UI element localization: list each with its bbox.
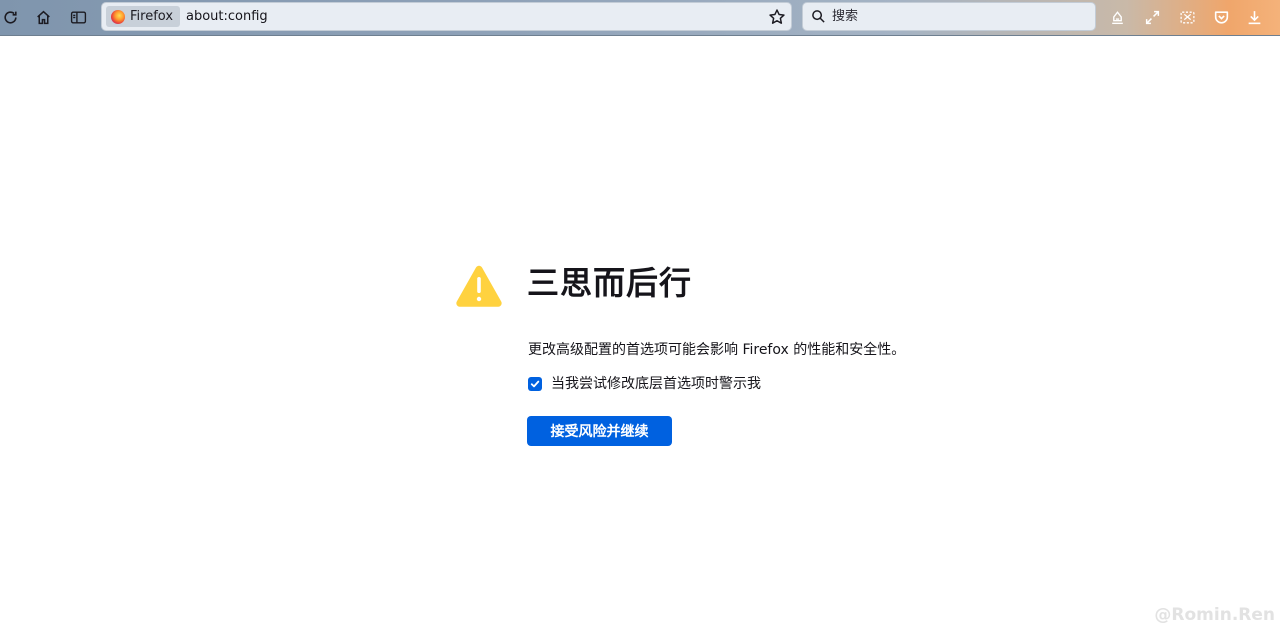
browser-toolbar: Firefox about:config	[0, 0, 1280, 36]
download-button[interactable]	[1241, 4, 1267, 30]
reload-icon	[3, 10, 17, 24]
identity-label: Firefox	[130, 9, 174, 24]
screenshot-icon	[1179, 11, 1195, 23]
sidebar-icon	[70, 10, 86, 24]
warning-icon	[456, 265, 502, 307]
checkmark-icon	[530, 380, 540, 388]
url-text[interactable]: about:config	[186, 9, 268, 24]
search-input[interactable]	[832, 6, 1082, 27]
url-bar[interactable]: Firefox about:config	[101, 2, 792, 31]
watermark: @Romin.Ren	[1154, 605, 1275, 625]
home-button[interactable]	[30, 4, 56, 30]
extension-icon	[1111, 10, 1123, 24]
home-icon	[36, 10, 50, 24]
warning-checkbox[interactable]	[528, 377, 542, 391]
warning-description: 更改高级配置的首选项可能会影响 Firefox 的性能和安全性。	[528, 342, 906, 358]
download-icon	[1248, 10, 1260, 24]
extension-button[interactable]	[1104, 4, 1130, 30]
sidebar-button[interactable]	[65, 4, 91, 30]
fullscreen-button[interactable]	[1139, 4, 1165, 30]
pocket-icon	[1214, 10, 1228, 24]
screenshot-button[interactable]	[1174, 4, 1200, 30]
firefox-logo-icon	[111, 9, 125, 24]
warning-checkbox-row[interactable]: 当我尝试修改底层首选项时警示我	[528, 375, 761, 393]
identity-box[interactable]: Firefox	[106, 6, 181, 27]
search-bar[interactable]	[802, 2, 1096, 31]
checkbox-label[interactable]: 当我尝试修改底层首选项时警示我	[551, 375, 761, 393]
accept-risk-button[interactable]: 接受风险并继续	[527, 416, 672, 446]
fullscreen-icon	[1145, 10, 1159, 24]
search-icon	[812, 10, 825, 23]
pocket-button[interactable]	[1208, 4, 1234, 30]
page-title: 三思而后行	[527, 264, 693, 302]
star-icon[interactable]	[768, 8, 786, 26]
reload-button[interactable]	[0, 4, 23, 30]
